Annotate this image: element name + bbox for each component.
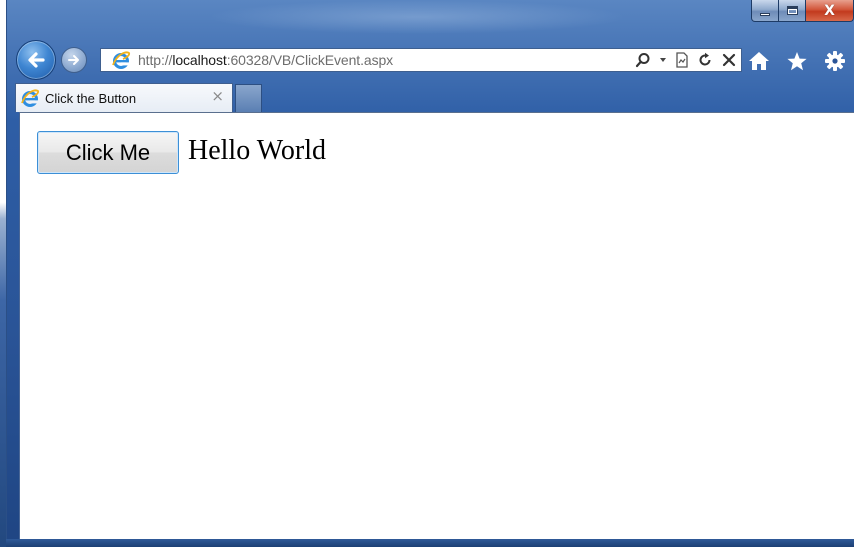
page-content: Click Me Hello World <box>19 112 854 539</box>
address-bar[interactable]: http://localhost:60328/VB/ClickEvent.asp… <box>100 48 742 72</box>
caption-buttons: X <box>751 0 854 22</box>
url-path: :60328/VB/ClickEvent.aspx <box>226 52 394 68</box>
stop-icon <box>722 53 736 67</box>
minimize-button[interactable] <box>751 0 779 22</box>
refresh-button[interactable] <box>697 52 713 68</box>
favorites-star-icon <box>787 51 807 70</box>
title-bar-glow <box>207 0 627 34</box>
maximize-button[interactable] <box>779 0 806 22</box>
command-icons <box>748 50 846 76</box>
minimize-icon <box>760 12 770 16</box>
search-button[interactable] <box>635 52 651 68</box>
tools-gear-icon <box>825 51 845 71</box>
window-bottom-frame <box>6 539 854 547</box>
close-icon: X <box>824 2 835 19</box>
url-host: localhost <box>172 52 227 68</box>
compatibility-view-button[interactable] <box>675 52 689 68</box>
ie-favicon-icon <box>21 89 40 107</box>
compatibility-view-icon <box>676 52 688 68</box>
address-tools <box>635 49 737 71</box>
new-tab-button[interactable] <box>235 84 262 112</box>
refresh-icon <box>699 52 711 66</box>
close-button[interactable]: X <box>806 0 854 22</box>
forward-button[interactable] <box>61 47 87 73</box>
click-me-button[interactable]: Click Me <box>37 131 179 174</box>
tab-close-icon[interactable]: × <box>211 89 224 104</box>
stop-button[interactable] <box>721 52 737 68</box>
dropdown-icon <box>660 58 666 62</box>
back-button[interactable] <box>16 40 56 80</box>
tools-button[interactable] <box>824 50 846 76</box>
search-icon <box>635 53 650 68</box>
home-button[interactable] <box>748 51 770 75</box>
search-dropdown[interactable] <box>659 56 667 64</box>
address-url[interactable]: http://localhost:60328/VB/ClickEvent.asp… <box>138 52 393 68</box>
hello-world-label: Hello World <box>188 135 326 166</box>
url-prefix: http:// <box>138 52 173 68</box>
forward-arrow-icon <box>68 55 79 65</box>
tab-title: Click the Button <box>45 90 137 106</box>
back-arrow-icon <box>28 52 45 68</box>
ie-logo-icon <box>112 51 131 69</box>
favorites-button[interactable] <box>786 51 808 76</box>
tab-click-the-button[interactable]: Click the Button × <box>15 83 233 112</box>
maximize-icon <box>786 6 798 15</box>
home-icon <box>749 52 769 70</box>
